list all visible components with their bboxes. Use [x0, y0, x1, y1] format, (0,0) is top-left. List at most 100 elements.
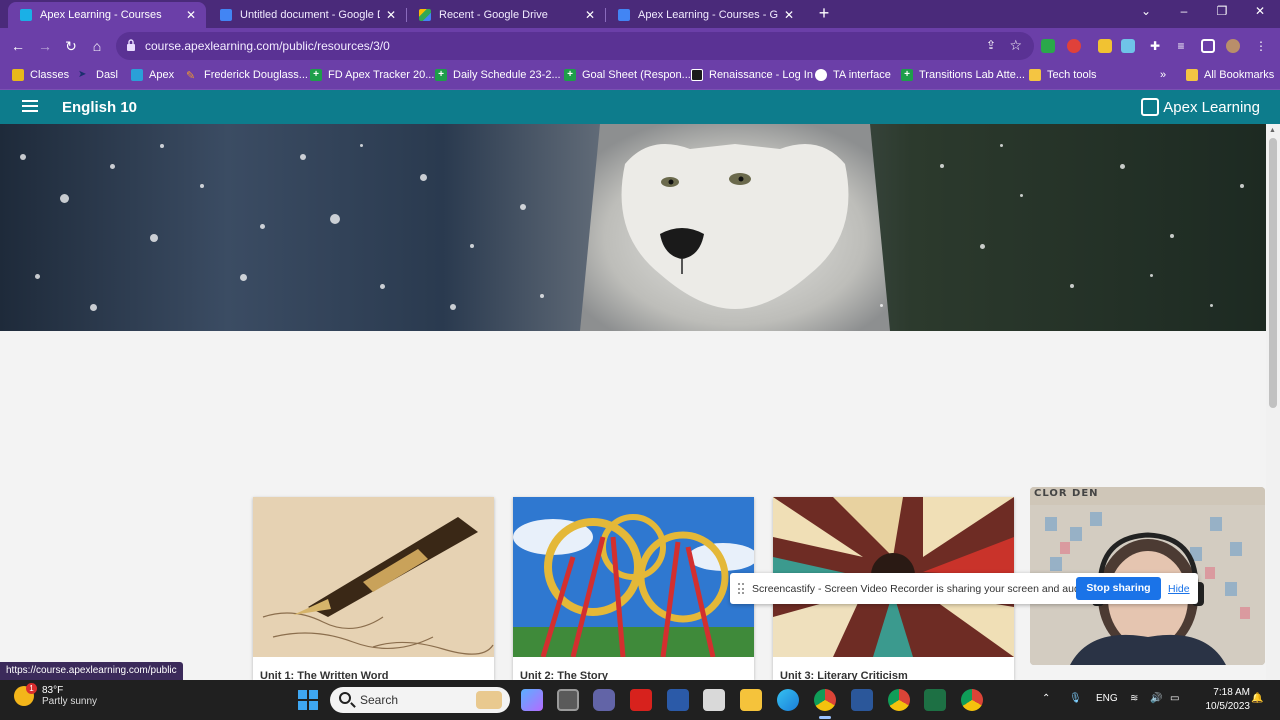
chrome-icon[interactable] [814, 689, 836, 711]
copilot-icon[interactable] [521, 689, 543, 711]
bookmark-transitions-lab[interactable]: + Transitions Lab Atte... [901, 69, 1025, 81]
acrobat-icon[interactable] [630, 689, 652, 711]
close-tab-icon[interactable]: ✕ [386, 8, 396, 22]
classroom-icon [12, 69, 24, 81]
forward-button[interactable]: → [36, 37, 54, 55]
sheets-icon: + [310, 69, 322, 81]
tab-search-icon[interactable]: ⌄ [1136, 4, 1156, 18]
unit-card-2[interactable]: Unit 2: The Story [513, 497, 754, 680]
taskbar-search-box[interactable]: Search [330, 687, 510, 713]
close-window-button[interactable]: ✕ [1250, 4, 1270, 18]
share-icon[interactable]: ⇪ [986, 38, 996, 52]
quill-icon: ✎ [186, 70, 196, 82]
bookmark-label: Daily Schedule 23-2... [453, 69, 561, 81]
bookmark-apex[interactable]: Apex [131, 69, 174, 81]
search-icon [339, 692, 351, 704]
tray-chevron-icon[interactable]: ⌃ [1042, 693, 1050, 704]
windows-taskbar: 1 83°F Partly sunny Search ⌃ 🎙 ENG ≋ 🔊 ▭… [0, 680, 1280, 720]
teams-chat-icon[interactable] [593, 689, 615, 711]
minimize-button[interactable]: – [1174, 4, 1194, 18]
screen-sharing-notification: Screencastify - Screen Video Recorder is… [730, 573, 1198, 604]
bookmark-renaissance[interactable]: Renaissance - Log In [691, 69, 813, 81]
profile-avatar[interactable] [1226, 39, 1240, 53]
bookmark-tech-tools[interactable]: Tech tools [1029, 69, 1097, 81]
file-explorer-icon[interactable] [740, 689, 762, 711]
extensions-puzzle-icon[interactable]: ✚ [1148, 39, 1162, 53]
task-view-icon[interactable] [557, 689, 579, 711]
microphone-icon[interactable]: 🎙 [1069, 693, 1082, 704]
hide-link[interactable]: Hide [1168, 583, 1190, 595]
unit-card-1[interactable]: Unit 1: The Written Word [253, 497, 494, 680]
bookmark-star-icon[interactable]: ☆ [1009, 37, 1022, 54]
bookmark-label: Classes [30, 69, 70, 81]
notifications-bell-icon[interactable]: 🔔 [1251, 693, 1263, 704]
tab-apex-courses[interactable]: Apex Learning - Courses ✕ [8, 2, 206, 28]
snowflake [35, 274, 40, 279]
maximize-button[interactable]: ❐ [1212, 4, 1232, 18]
extension-green-icon[interactable] [1041, 39, 1055, 53]
snowflake [110, 164, 115, 169]
scroll-up-icon[interactable]: ▲ [1269, 127, 1276, 134]
snowflake [20, 154, 26, 160]
bookmark-fd-apex-tracker[interactable]: + FD Apex Tracker 20... [310, 69, 434, 81]
extension-heart-icon[interactable] [1121, 39, 1135, 53]
extension-yellow-icon[interactable] [1098, 39, 1112, 53]
tab-apex-courses-doc[interactable]: Apex Learning - Courses - Goog ✕ [606, 2, 804, 28]
weather-widget[interactable]: 1 83°F Partly sunny [14, 683, 97, 707]
drag-handle-icon[interactable] [738, 583, 744, 594]
webcam-sign: CLOR DEN [1034, 488, 1099, 499]
close-tab-icon[interactable]: ✕ [784, 8, 794, 22]
tab-untitled-document[interactable]: Untitled document - Google Do ✕ [208, 2, 406, 28]
excel-icon[interactable] [924, 689, 946, 711]
page-scrollbar[interactable]: ▲ [1266, 124, 1280, 680]
bookmark-goal-sheet[interactable]: + Goal Sheet (Respon... [564, 69, 691, 81]
renaissance-icon [691, 69, 703, 81]
snipping-tool-icon[interactable] [703, 689, 725, 711]
edge-icon[interactable] [777, 689, 799, 711]
snowflake [380, 284, 385, 289]
drive-favicon-icon [419, 9, 431, 21]
wifi-icon[interactable]: ≋ [1130, 693, 1138, 704]
bookmark-daily-schedule[interactable]: + Daily Schedule 23-2... [435, 69, 561, 81]
menu-hamburger-icon[interactable] [22, 100, 38, 114]
reload-button[interactable]: ↻ [62, 37, 80, 55]
word-icon[interactable] [851, 689, 873, 711]
all-bookmarks-folder[interactable]: All Bookmarks [1186, 69, 1274, 81]
screencastify-extension-icon[interactable] [1067, 39, 1081, 53]
chrome-alt-icon[interactable] [961, 689, 983, 711]
close-tab-icon[interactable]: ✕ [585, 8, 595, 22]
unit-title: Unit 1: The Written Word [260, 670, 389, 680]
tab-google-drive[interactable]: Recent - Google Drive ✕ [407, 2, 605, 28]
battery-icon[interactable]: ▭ [1170, 693, 1179, 704]
chrome-profile-icon[interactable] [888, 689, 910, 711]
apex-favicon-icon [20, 9, 32, 21]
address-bar[interactable]: course.apexlearning.com/public/resources… [116, 32, 1034, 60]
close-tab-icon[interactable]: ✕ [186, 8, 196, 22]
snowflake [520, 204, 526, 210]
bookmark-classes[interactable]: Classes [12, 69, 69, 81]
bookmarks-overflow-chevron-icon[interactable]: » [1160, 69, 1166, 81]
outlook-icon[interactable] [667, 689, 689, 711]
bookmark-frederick-douglass[interactable]: ✎ Frederick Douglass... [186, 69, 308, 82]
bookmark-ta-interface[interactable]: TA interface [815, 69, 891, 81]
back-button[interactable]: ← [9, 37, 27, 55]
taskbar-clock[interactable]: 7:18 AM 10/5/2023 [1206, 686, 1251, 714]
reading-list-icon[interactable]: ≡ [1174, 39, 1188, 53]
menu-kebab-icon[interactable]: ⋮ [1254, 39, 1268, 53]
side-panel-icon[interactable] [1201, 39, 1215, 53]
home-button[interactable]: ⌂ [88, 37, 106, 55]
tab-title: Apex Learning - Courses - Goog [638, 9, 778, 21]
course-title: English 10 [62, 99, 138, 116]
windows-start-icon[interactable] [297, 689, 319, 711]
stop-sharing-button[interactable]: Stop sharing [1076, 577, 1161, 600]
tab-title: Untitled document - Google Do [240, 9, 380, 21]
docs-favicon-icon [220, 9, 232, 21]
folder-icon [1186, 69, 1198, 81]
new-tab-button[interactable]: + [814, 4, 834, 24]
scrollbar-thumb[interactable] [1269, 138, 1277, 408]
course-banner-image: (function(){ const b = document.currentS… [0, 124, 1266, 331]
bookmark-label: FD Apex Tracker 20... [328, 69, 435, 81]
bookmark-dasl[interactable]: ➤ Dasl [78, 69, 118, 81]
volume-icon[interactable]: 🔊 [1150, 693, 1162, 704]
language-indicator[interactable]: ENG [1096, 693, 1118, 704]
